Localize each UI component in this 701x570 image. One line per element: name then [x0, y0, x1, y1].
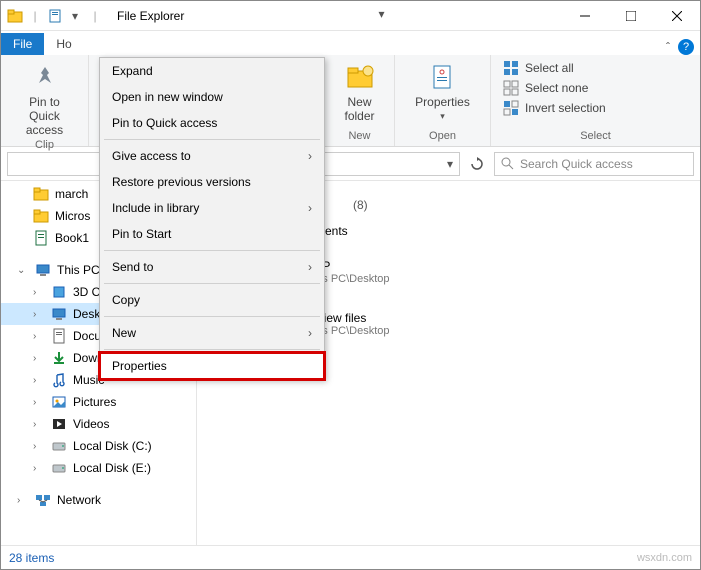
search-icon — [501, 157, 514, 170]
select-all-icon — [503, 60, 519, 76]
folder-icon — [33, 186, 49, 202]
explorer-icon — [7, 8, 23, 24]
qat-separator: | — [27, 8, 43, 24]
context-item[interactable]: Pin to Quick access — [100, 110, 324, 136]
chevron-right-icon: › — [308, 326, 312, 340]
list-item[interactable]: ents — [293, 216, 684, 246]
tab-file[interactable]: File — [1, 33, 44, 55]
device-icon — [51, 394, 67, 410]
search-input[interactable]: Search Quick access — [494, 152, 694, 176]
chevron-down-icon[interactable]: ⌄ — [17, 265, 29, 276]
context-item[interactable]: Properties — [100, 353, 324, 379]
chevron-right-icon[interactable]: › — [33, 397, 45, 408]
window-title: File Explorer — [109, 9, 562, 23]
select-group-label: Select — [580, 130, 611, 142]
invert-selection-icon — [503, 100, 519, 116]
chevron-right-icon[interactable]: › — [33, 287, 45, 298]
chevron-right-icon[interactable]: › — [33, 309, 45, 320]
context-item[interactable]: Include in library› — [100, 195, 324, 221]
device-icon — [51, 372, 67, 388]
properties-button[interactable]: Properties ▾ — [409, 59, 476, 124]
folder-label: ents — [325, 224, 348, 238]
device-icon — [51, 284, 67, 300]
watermark: wsxdn.com — [637, 552, 692, 564]
new-dropdown-icon[interactable]: ▾ — [378, 7, 384, 21]
device-icon — [51, 460, 67, 476]
nav-pc-item[interactable]: ›Pictures — [1, 391, 196, 413]
chevron-right-icon: › — [308, 260, 312, 274]
search-placeholder: Search Quick access — [520, 157, 633, 171]
context-menu: ExpandOpen in new windowPin to Quick acc… — [99, 57, 325, 380]
context-separator — [104, 283, 320, 284]
nav-pc-item[interactable]: ›Local Disk (E:) — [1, 457, 196, 479]
folder-icon — [33, 208, 49, 224]
chevron-right-icon[interactable]: › — [33, 419, 45, 430]
network-icon — [35, 492, 51, 508]
new-folder-button[interactable]: New folder — [338, 59, 382, 125]
device-icon — [51, 306, 67, 322]
minimize-button[interactable] — [562, 1, 608, 31]
device-icon — [51, 438, 67, 454]
tab-home[interactable]: Ho — [44, 33, 83, 55]
status-item-count: 28 items — [9, 551, 54, 565]
open-group-label: Open — [429, 130, 456, 142]
device-icon — [51, 328, 67, 344]
context-item[interactable]: Expand — [100, 58, 324, 84]
frequent-folders-header[interactable]: (8) — [353, 197, 684, 212]
context-item[interactable]: Give access to› — [100, 143, 324, 169]
nav-pc-item[interactable]: ›Local Disk (C:) — [1, 435, 196, 457]
select-none-button[interactable]: Select none — [499, 79, 610, 97]
maximize-button[interactable] — [608, 1, 654, 31]
clipboard-group-label: Clip — [35, 139, 54, 151]
status-bar: 28 items wsxdn.com — [1, 545, 700, 569]
chevron-right-icon[interactable]: › — [17, 495, 29, 506]
ribbon-collapse-icon[interactable]: ˆ — [666, 40, 670, 54]
new-group-label: New — [348, 130, 370, 142]
select-all-button[interactable]: Select all — [499, 59, 610, 77]
pin-icon — [29, 61, 61, 93]
qat-dropdown-icon[interactable]: ▾ — [67, 8, 83, 24]
quick-access-toolbar: | ▾ | — [1, 8, 109, 24]
address-dropdown-icon[interactable]: ▾ — [447, 157, 453, 171]
this-pc-icon — [35, 262, 51, 278]
context-item[interactable]: Copy — [100, 287, 324, 313]
refresh-button[interactable] — [466, 153, 488, 175]
context-item[interactable]: Open in new window — [100, 84, 324, 110]
help-icon[interactable]: ? — [678, 39, 694, 55]
context-separator — [104, 349, 320, 350]
open-dropdown-icon[interactable]: ▾ — [469, 0, 475, 3]
close-button[interactable] — [654, 1, 700, 31]
context-item[interactable]: Restore previous versions — [100, 169, 324, 195]
chevron-right-icon: › — [308, 149, 312, 163]
chevron-right-icon[interactable]: › — [33, 463, 45, 474]
chevron-right-icon[interactable]: › — [33, 353, 45, 364]
chevron-right-icon[interactable]: › — [33, 331, 45, 342]
context-item[interactable]: Send to› — [100, 254, 324, 280]
pin-to-quick-access-button[interactable]: Pin to Quick access — [9, 59, 80, 139]
ribbon-tabs: File Ho ˆ ? — [1, 31, 700, 55]
properties-qat-icon[interactable] — [47, 8, 63, 24]
folder-icon — [33, 230, 49, 246]
chevron-right-icon[interactable]: › — [33, 375, 45, 386]
context-separator — [104, 316, 320, 317]
properties-icon — [426, 61, 458, 93]
select-none-icon — [503, 80, 519, 96]
device-icon — [51, 416, 67, 432]
context-separator — [104, 139, 320, 140]
invert-selection-button[interactable]: Invert selection — [499, 99, 610, 117]
device-icon — [51, 350, 67, 366]
titlebar: | ▾ | File Explorer — [1, 1, 700, 31]
chevron-right-icon: › — [308, 201, 312, 215]
context-item[interactable]: New› — [100, 320, 324, 346]
context-item[interactable]: Pin to Start — [100, 221, 324, 247]
nav-pc-item[interactable]: ›Videos — [1, 413, 196, 435]
new-folder-icon — [344, 61, 376, 93]
nav-network[interactable]: › Network — [1, 489, 196, 511]
qat-separator-2: | — [87, 8, 103, 24]
chevron-right-icon[interactable]: › — [33, 441, 45, 452]
context-separator — [104, 250, 320, 251]
